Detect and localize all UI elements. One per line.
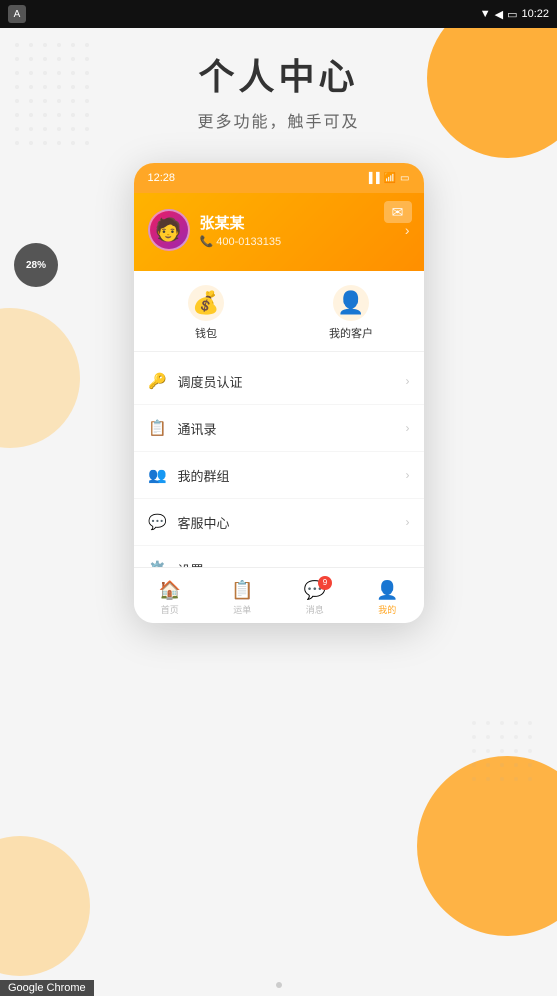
tab-mine[interactable]: 👤 我的 <box>351 576 424 616</box>
order-tab-label: 运单 <box>233 603 251 616</box>
message-icon-button[interactable]: ✉ <box>384 201 412 223</box>
phone-status-bar: 12:28 ▐▐ 📶 ▭ <box>134 163 424 193</box>
phone-status-icons: ▐▐ 📶 ▭ <box>365 173 409 184</box>
customer-service-label: 客服中心 <box>178 513 396 532</box>
contacts-label: 通讯录 <box>178 419 396 438</box>
my-group-label: 我的群组 <box>178 466 396 485</box>
home-icon: 🏠 <box>159 580 181 601</box>
wallet-icon: 💰 <box>188 285 224 321</box>
contacts-chevron: › <box>406 421 410 435</box>
my-group-icon: 👥 <box>148 465 168 485</box>
mine-tab-label: 我的 <box>378 603 396 616</box>
my-customers-label: 我的客户 <box>329 325 373 341</box>
tab-message[interactable]: 💬 9 消息 <box>279 576 352 616</box>
battery-icon: ▭ <box>507 8 517 21</box>
phone-mockup: 12:28 ▐▐ 📶 ▭ ✉ 🧑 张某某 📞 400-0133 <box>134 163 424 623</box>
chrome-label: Google Chrome <box>8 982 86 994</box>
customer-service-chevron: › <box>406 515 410 529</box>
progress-badge: 28% <box>14 243 58 287</box>
home-tab-label: 首页 <box>161 603 179 616</box>
message-badge: 9 <box>318 576 332 590</box>
dispatcher-auth-label: 调度员认证 <box>178 372 396 391</box>
tab-order[interactable]: 📋 运单 <box>206 576 279 616</box>
app-icon: A <box>8 5 26 23</box>
page-title-area: 个人中心 更多功能，触手可及 <box>0 48 557 132</box>
dispatcher-auth-icon: 🔑 <box>148 371 168 391</box>
page-indicator <box>276 982 282 988</box>
profile-name: 张某某 <box>200 212 395 233</box>
menu-item-customer-service[interactable]: 💬 客服中心 › <box>134 499 424 546</box>
page-title: 个人中心 <box>0 48 557 100</box>
avatar: 🧑 <box>148 209 190 251</box>
message-tab-label: 消息 <box>306 603 324 616</box>
quick-icons-row: 💰 钱包 👤 我的客户 <box>134 271 424 352</box>
dot-grid-bottomright <box>467 716 547 796</box>
order-icon: 📋 <box>231 580 253 601</box>
profile-chevron-right-icon: › <box>405 222 410 238</box>
dispatcher-auth-chevron: › <box>406 374 410 388</box>
signal-icon: ◀ <box>495 8 503 21</box>
phone-wifi-icon: 📶 <box>384 173 396 184</box>
my-group-chevron: › <box>406 468 410 482</box>
mine-icon: 👤 <box>376 580 398 601</box>
wifi-icon: ▼ <box>480 8 491 20</box>
menu-item-dispatcher-auth[interactable]: 🔑 调度员认证 › <box>134 358 424 405</box>
menu-item-my-group[interactable]: 👥 我的群组 › <box>134 452 424 499</box>
contacts-icon: 📋 <box>148 418 168 438</box>
quick-icon-my-customers[interactable]: 👤 我的客户 <box>279 285 424 341</box>
status-bar-right: ▼ ◀ ▭ 10:22 <box>480 8 549 21</box>
menu-list: 🔑 调度员认证 › 📋 通讯录 › 👥 我的群组 › 💬 客服中心 › ⚙️ <box>134 358 424 593</box>
menu-item-contacts[interactable]: 📋 通讯录 › <box>134 405 424 452</box>
profile-row[interactable]: 🧑 张某某 📞 400-0133135 › <box>148 209 410 251</box>
status-bar-left: A <box>8 5 26 23</box>
phone-signal-icon: ▐▐ <box>365 173 379 184</box>
main-background: 个人中心 更多功能，触手可及 28% 12:28 ▐▐ 📶 ▭ ✉ 🧑 <box>0 28 557 996</box>
bottom-tab-bar: 🏠 首页 📋 运单 💬 9 消息 👤 我的 <box>134 567 424 623</box>
deco-circle-bottom-left <box>0 836 90 976</box>
wallet-label: 钱包 <box>195 325 217 341</box>
system-time: 10:22 <box>521 8 549 20</box>
my-customers-icon: 👤 <box>333 285 369 321</box>
phone-time: 12:28 <box>148 172 176 184</box>
deco-circle-mid-left <box>0 308 80 448</box>
tab-home[interactable]: 🏠 首页 <box>134 576 207 616</box>
system-status-bar: A ▼ ◀ ▭ 10:22 <box>0 0 557 28</box>
customer-service-icon: 💬 <box>148 512 168 532</box>
profile-phone: 📞 400-0133135 <box>200 235 395 248</box>
message-badge-container: 💬 9 <box>304 580 326 601</box>
profile-info: 张某某 📞 400-0133135 <box>200 212 395 248</box>
phone-header: ✉ 🧑 张某某 📞 400-0133135 › <box>134 193 424 271</box>
phone-battery-icon: ▭ <box>400 173 409 184</box>
quick-icon-wallet[interactable]: 💰 钱包 <box>134 285 279 341</box>
chrome-bar: Google Chrome <box>0 980 94 996</box>
page-subtitle: 更多功能，触手可及 <box>0 108 557 132</box>
